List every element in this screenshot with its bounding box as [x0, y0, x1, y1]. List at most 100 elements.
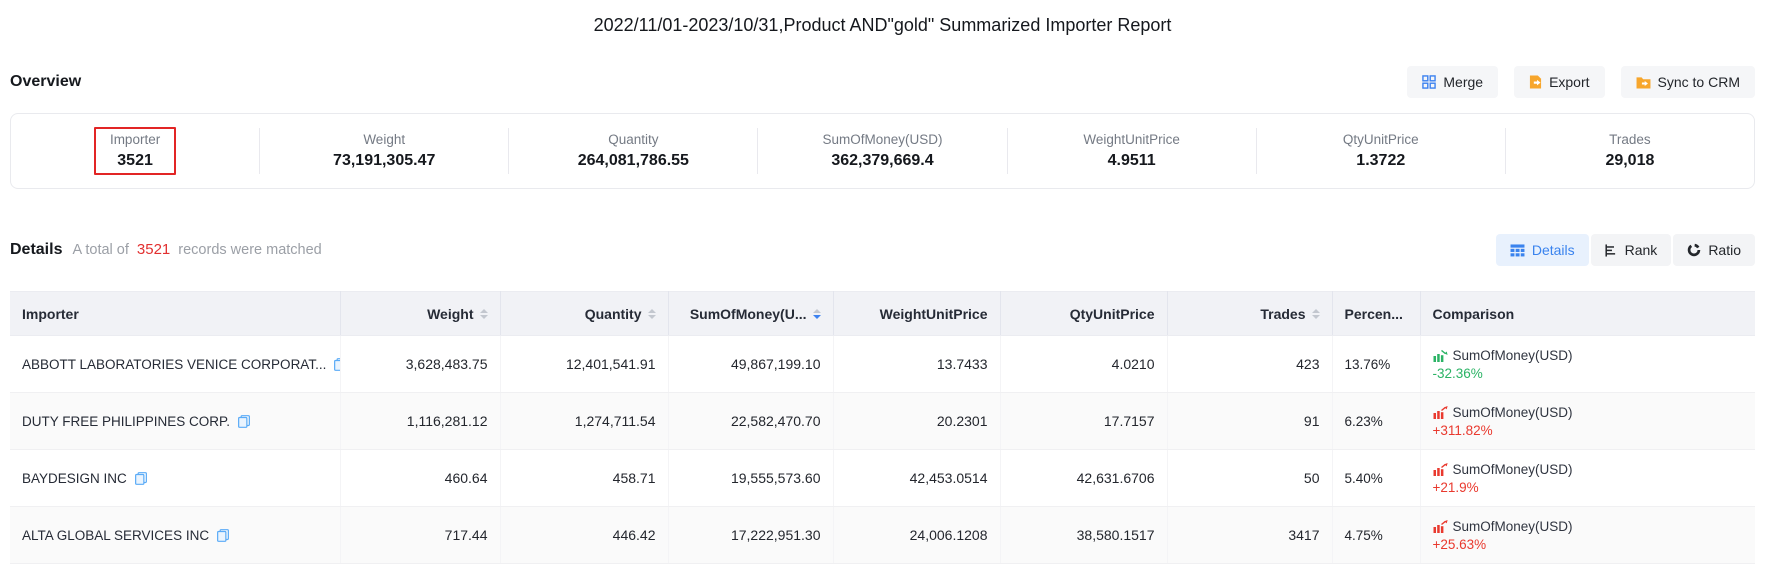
sum-of-money-cell: 22,582,470.70: [668, 393, 833, 450]
stat-label: SumOfMoney(USD): [822, 132, 942, 147]
stat-box: Quantity 264,081,786.55: [562, 127, 705, 175]
stat-importer: Importer 3521: [11, 128, 260, 174]
table-row: BAYDESIGN INC460.64458.7119,555,573.6042…: [10, 450, 1755, 507]
details-summary: Details A total of 3521 records were mat…: [10, 241, 322, 259]
sort-icon[interactable]: [813, 309, 821, 319]
column-header-sumofmoney-u[interactable]: SumOfMoney(U...: [668, 292, 833, 336]
tab-label: Rank: [1625, 242, 1658, 258]
trades-cell: 423: [1167, 336, 1332, 393]
weight-cell: 1,116,281.12: [340, 393, 500, 450]
stat-box: Weight73,191,305.47: [317, 127, 451, 175]
importer-name: DUTY FREE PHILIPPINES CORP.: [22, 414, 230, 429]
matched-prefix: A total of: [72, 242, 128, 258]
stat-label: WeightUnitPrice: [1083, 132, 1180, 147]
column-label: Importer: [22, 306, 79, 322]
sort-icon[interactable]: [648, 309, 656, 319]
merge-button[interactable]: Merge: [1407, 66, 1498, 98]
stat-box: QtyUnitPrice 1.3722: [1327, 127, 1435, 175]
table-header-row: ImporterWeightQuantitySumOfMoney(U...Wei…: [10, 292, 1755, 336]
percent-cell: 5.40%: [1332, 450, 1420, 507]
tab-rank[interactable]: Rank: [1591, 234, 1672, 266]
sort-icon[interactable]: [480, 309, 488, 319]
export-icon: [1529, 75, 1542, 89]
stat-label: QtyUnitPrice: [1343, 132, 1419, 147]
quantity-cell: 458.71: [500, 450, 668, 507]
copy-icon[interactable]: [217, 529, 229, 542]
sort-icon[interactable]: [1312, 309, 1320, 319]
column-header-trades[interactable]: Trades: [1167, 292, 1332, 336]
stat-sumofmoney-usd: SumOfMoney(USD)362,379,669.4: [758, 128, 1007, 174]
sum-of-money-cell: 19,555,573.60: [668, 450, 833, 507]
trades-cell: 50: [1167, 450, 1332, 507]
comparison-cell: SumOfMoney(USD) +25.63%: [1420, 507, 1755, 564]
stat-trades: Trades29,018: [1506, 128, 1754, 174]
column-label: QtyUnitPrice: [1070, 306, 1155, 322]
stat-box: SumOfMoney(USD)362,379,669.4: [806, 127, 958, 175]
stat-value: 264,081,786.55: [578, 152, 689, 170]
page-title: 2022/11/01-2023/10/31,Product AND"gold" …: [10, 0, 1755, 36]
stat-label: Quantity: [608, 132, 658, 147]
column-label: Comparison: [1433, 306, 1515, 322]
qty-unit-price-cell: 42,631.6706: [1000, 450, 1167, 507]
column-label: Quantity: [585, 306, 642, 322]
importer-cell: ABBOTT LABORATORIES VENICE CORPORAT...: [10, 336, 340, 393]
sum-of-money-cell: 49,867,199.10: [668, 336, 833, 393]
stat-weightunitprice: WeightUnitPrice4.9511: [1008, 128, 1257, 174]
merge-icon: [1422, 75, 1436, 89]
weight-unit-price-cell: 24,006.1208: [833, 507, 1000, 564]
comparison-change: +25.63%: [1433, 537, 1744, 552]
comparison-change: +21.9%: [1433, 480, 1744, 495]
weight-cell: 717.44: [340, 507, 500, 564]
stat-value: 1.3722: [1356, 152, 1405, 170]
sum-of-money-cell: 17,222,951.30: [668, 507, 833, 564]
importer-name: ALTA GLOBAL SERVICES INC: [22, 528, 209, 543]
quantity-cell: 1,274,711.54: [500, 393, 668, 450]
trend-up-icon: [1433, 520, 1448, 533]
importer-name: ABBOTT LABORATORIES VENICE CORPORAT...: [22, 357, 326, 372]
column-header-weight[interactable]: Weight: [340, 292, 500, 336]
comparison-metric: SumOfMoney(USD): [1453, 519, 1573, 534]
importer-cell: ALTA GLOBAL SERVICES INC: [10, 507, 340, 564]
quantity-cell: 12,401,541.91: [500, 336, 668, 393]
comparison-cell: SumOfMoney(USD)+311.82%: [1420, 393, 1755, 450]
stat-quantity: Quantity 264,081,786.55: [509, 128, 758, 174]
weight-unit-price-cell: 13.7433: [833, 336, 1000, 393]
copy-icon[interactable]: [135, 472, 147, 485]
qty-unit-price-cell: 38,580.1517: [1000, 507, 1167, 564]
table-row: ABBOTT LABORATORIES VENICE CORPORAT...3,…: [10, 336, 1755, 393]
weight-unit-price-cell: 20.2301: [833, 393, 1000, 450]
qty-unit-price-cell: 4.0210: [1000, 336, 1167, 393]
importer-report-page: 2022/11/01-2023/10/31,Product AND"gold" …: [0, 0, 1765, 564]
ratio-icon: [1687, 243, 1701, 257]
copy-icon[interactable]: [334, 358, 340, 371]
column-label: SumOfMoney(U...: [690, 306, 807, 322]
stat-value: 3521: [117, 152, 153, 170]
weight-unit-price-cell: 42,453.0514: [833, 450, 1000, 507]
matched-suffix: records were matched: [178, 242, 321, 258]
comparison-metric: SumOfMoney(USD): [1453, 348, 1573, 363]
tab-label: Details: [1532, 242, 1575, 258]
qty-unit-price-cell: 17.7157: [1000, 393, 1167, 450]
export-button-label: Export: [1549, 74, 1589, 90]
column-header-qtyunitprice: QtyUnitPrice: [1000, 292, 1167, 336]
column-label: Trades: [1260, 306, 1305, 322]
sync-to-crm-button[interactable]: Sync to CRM: [1621, 66, 1755, 98]
overview-heading: Overview: [10, 73, 81, 91]
stat-label: Trades: [1609, 132, 1651, 147]
column-header-importer: Importer: [10, 292, 340, 336]
importer-cell: DUTY FREE PHILIPPINES CORP.: [10, 393, 340, 450]
column-label: Percen...: [1345, 306, 1403, 322]
table-row: ALTA GLOBAL SERVICES INC717.44446.4217,2…: [10, 507, 1755, 564]
comparison-metric: SumOfMoney(USD): [1453, 405, 1573, 420]
tab-ratio[interactable]: Ratio: [1673, 234, 1755, 266]
tab-label: Ratio: [1708, 242, 1741, 258]
column-header-quantity[interactable]: Quantity: [500, 292, 668, 336]
tab-details[interactable]: Details: [1496, 234, 1589, 266]
column-header-comparison: Comparison: [1420, 292, 1755, 336]
export-button[interactable]: Export: [1514, 66, 1604, 98]
stat-label: Importer: [110, 132, 160, 147]
percent-cell: 6.23%: [1332, 393, 1420, 450]
overview-stats-card: Importer 3521 Weight73,191,305.47 Quantity 2…: [10, 113, 1755, 189]
copy-icon[interactable]: [238, 415, 250, 428]
comparison-cell: SumOfMoney(USD)+21.9%: [1420, 450, 1755, 507]
